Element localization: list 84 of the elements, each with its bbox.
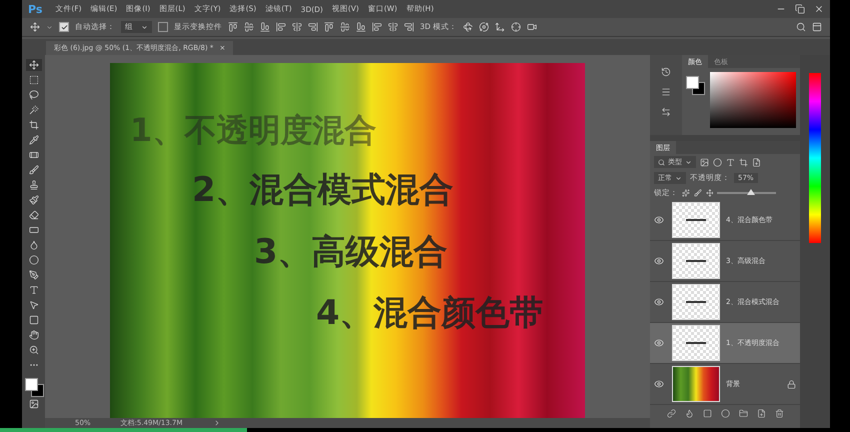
eyedropper-tool-icon[interactable] (28, 135, 38, 145)
distribute-icon[interactable] (356, 22, 366, 32)
move-tool-icon[interactable] (30, 22, 40, 32)
history-brush-tool-icon[interactable] (28, 195, 38, 205)
hue-bar[interactable] (809, 73, 821, 243)
color-swatches-icon[interactable] (24, 378, 42, 396)
move-3d-icon[interactable] (494, 22, 505, 32)
trash-icon[interactable] (774, 409, 784, 418)
bandage-tool-icon[interactable] (28, 150, 38, 160)
canvas-text: 3、高级混合 (254, 234, 449, 271)
mask-icon[interactable] (702, 409, 712, 418)
checkbox[interactable] (59, 22, 69, 32)
layer-thumbnail (672, 202, 720, 238)
restore-icon[interactable] (795, 4, 805, 14)
layer-thumbnail (672, 284, 720, 320)
gradient-tool-icon[interactable] (28, 225, 38, 235)
stamp-tool-icon[interactable] (28, 180, 38, 190)
distribute-icon[interactable] (340, 22, 350, 32)
brush-icon[interactable] (694, 189, 702, 197)
dodge-tool-icon[interactable] (28, 255, 38, 265)
caret-icon[interactable] (46, 24, 53, 30)
distribute-icon[interactable] (372, 22, 382, 32)
type-filter-icon[interactable] (726, 158, 735, 166)
pointer-tool-icon[interactable] (28, 300, 38, 310)
shape-filter-icon[interactable] (739, 158, 748, 166)
align-middle-icon[interactable] (244, 22, 254, 32)
search-icon (658, 158, 665, 166)
canvas-text: 2、混合模式混合 (192, 172, 455, 210)
adjust-filter-icon[interactable] (713, 158, 722, 166)
align-center-icon[interactable] (292, 22, 302, 32)
search-icon[interactable] (796, 22, 806, 32)
properties-icon[interactable] (661, 87, 671, 97)
layer-thumbnail (672, 243, 720, 279)
lasso-tool-icon[interactable] (28, 90, 38, 100)
crop-tool-icon[interactable] (28, 120, 38, 130)
canvas-text: 4、混合颜色带 (316, 294, 545, 332)
distribute-icon[interactable] (404, 22, 414, 32)
brush-tool-icon[interactable] (28, 165, 38, 175)
color-swatches-icon[interactable] (686, 76, 704, 94)
folder-icon[interactable] (738, 409, 748, 418)
eraser-tool-icon[interactable] (28, 210, 38, 220)
swap-icon[interactable] (661, 107, 671, 117)
type-tool-icon[interactable] (28, 285, 38, 295)
rotate-3d-icon[interactable] (462, 22, 473, 32)
eye-icon[interactable] (654, 256, 664, 266)
eye-icon[interactable] (654, 379, 664, 389)
workspace-icon[interactable] (812, 22, 822, 32)
smart-filter-icon[interactable] (752, 158, 761, 166)
caret-icon[interactable] (141, 24, 148, 30)
link-icon[interactable] (666, 409, 676, 418)
caret-icon[interactable] (685, 158, 692, 166)
pen-tool-icon[interactable] (28, 270, 38, 280)
crosshair-icon[interactable] (510, 22, 521, 32)
eye-icon[interactable] (654, 215, 664, 225)
align-left-icon[interactable] (276, 22, 286, 32)
checkbox[interactable] (158, 22, 168, 32)
eye-icon[interactable] (654, 338, 664, 348)
eye-icon[interactable] (654, 297, 664, 307)
close-icon[interactable] (814, 4, 824, 14)
layer-thumbnail (672, 325, 720, 361)
new-layer-icon[interactable] (756, 409, 766, 418)
orbit-icon[interactable] (478, 22, 489, 32)
wand-tool-icon[interactable] (28, 105, 38, 115)
droplet-tool-icon[interactable] (28, 240, 38, 250)
layer-thumbnail (672, 366, 720, 402)
move-tool-icon[interactable] (28, 60, 38, 70)
move-icon[interactable] (706, 189, 714, 197)
app-logo: Ps (28, 2, 42, 16)
distribute-icon[interactable] (324, 22, 334, 32)
align-bottom-icon[interactable] (260, 22, 270, 32)
history-icon[interactable] (661, 67, 671, 77)
adjustment-icon[interactable] (720, 409, 730, 418)
rectangle-tool-icon[interactable] (28, 315, 38, 325)
distribute-icon[interactable] (388, 22, 398, 32)
hand-tool-icon[interactable] (28, 330, 38, 340)
align-right-icon[interactable] (308, 22, 318, 32)
marquee-tool-icon[interactable] (28, 75, 38, 85)
color-field[interactable] (710, 72, 796, 128)
zoom-tool-icon[interactable] (28, 345, 38, 355)
image-filter-icon[interactable] (700, 158, 709, 166)
caret-icon[interactable] (675, 174, 682, 182)
quick-mask-icon[interactable] (28, 399, 38, 409)
video-icon[interactable] (526, 22, 537, 32)
align-top-icon[interactable] (228, 22, 238, 32)
